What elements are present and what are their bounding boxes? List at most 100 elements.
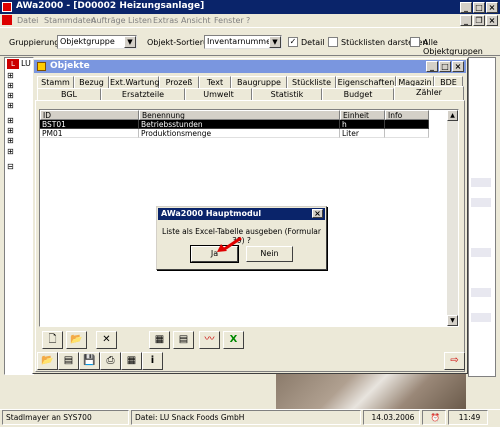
objekte-icon <box>37 62 46 71</box>
status-file: Datei: LU Snack Foods GmbH <box>131 410 361 425</box>
mdi-minimize-button[interactable]: _ <box>460 15 472 26</box>
arrow-pointer-icon <box>217 236 242 252</box>
maximize-button[interactable]: □ <box>473 2 485 13</box>
cell-id: PM01 <box>40 129 139 138</box>
tree-expand-icon[interactable]: ⊞ <box>7 116 14 125</box>
no-button[interactable]: Nein <box>246 246 293 262</box>
alle-objektgruppen-label: Alle Objektgruppen <box>423 38 483 56</box>
status-date: 14.03.2006 <box>363 410 420 425</box>
menu-listen[interactable]: Listen <box>128 16 152 25</box>
menu-help[interactable]: ? <box>246 16 250 25</box>
calculator-icon[interactable]: ▦ <box>149 331 170 349</box>
table-row[interactable]: BST01 Betriebsstunden h <box>40 120 429 129</box>
close-button[interactable]: × <box>486 2 498 13</box>
detail-checkbox[interactable]: ✓ <box>288 37 298 47</box>
tree-expand-icon[interactable]: ⊞ <box>7 147 14 156</box>
info-icon[interactable]: i <box>142 352 163 370</box>
tab-zaehler[interactable]: Zähler <box>394 86 464 100</box>
tree-expand-icon[interactable]: ⊞ <box>7 136 14 145</box>
detail-label: Detail <box>301 38 325 47</box>
chart-icon[interactable]: 〰 <box>199 331 220 349</box>
menu-datei[interactable]: Datei <box>17 16 38 25</box>
tab-ersatzteile[interactable]: Ersatzteile <box>101 88 185 100</box>
new-document-icon[interactable]: 🗋 <box>42 331 63 349</box>
tab-prozess[interactable]: Prozeß <box>159 76 199 88</box>
menu-bar: Datei Stammdaten Aufträge Listen Extras … <box>0 14 500 27</box>
open-folder-icon[interactable]: 📂 <box>66 331 87 349</box>
app-titlebar[interactable]: AWa2000 - [D00002 Heizungsanlage] _ □ × <box>0 0 500 14</box>
menu-extras[interactable]: Extras <box>153 16 178 25</box>
tab-stueckliste[interactable]: Stückliste <box>287 76 336 88</box>
column-header-info[interactable]: Info <box>385 110 429 120</box>
objekte-maximize-button[interactable]: □ <box>439 61 451 72</box>
cell-einheit: Liter <box>340 129 385 138</box>
dialog-titlebar[interactable]: AWa2000 Hauptmodul × <box>158 208 325 220</box>
tree-panel[interactable]: L LU ⊞ ⊞ ⊞ ⊞ ⊞ ⊞ ⊞ ⊞ ⊟ <box>4 57 34 375</box>
exit-icon[interactable]: ⇨ <box>444 352 465 370</box>
tab-stamm[interactable]: Stamm <box>37 76 74 88</box>
cell-info <box>385 120 429 129</box>
grouping-select[interactable]: Objektgruppe ▼ <box>57 35 137 49</box>
open-icon[interactable]: 📂 <box>37 352 58 370</box>
delete-icon[interactable]: ✕ <box>96 331 117 349</box>
cell-info <box>385 129 429 138</box>
chevron-down-icon[interactable]: ▼ <box>269 36 281 48</box>
tab-eigenschaften[interactable]: Eigenschaften <box>336 76 396 88</box>
tree-expand-icon[interactable]: ⊞ <box>7 71 14 80</box>
column-header-einheit[interactable]: Einheit <box>340 110 385 120</box>
tab-text[interactable]: Text <box>199 76 231 88</box>
tab-budget[interactable]: Budget <box>322 88 394 100</box>
tree-expand-icon[interactable]: ⊞ <box>7 101 14 110</box>
minimize-button[interactable]: _ <box>460 2 472 13</box>
tab-bgl[interactable]: BGL <box>37 88 101 100</box>
tree-expand-icon[interactable]: ⊞ <box>7 126 14 135</box>
tree-expand-icon[interactable]: ⊞ <box>7 91 14 100</box>
document-icon[interactable]: ▤ <box>58 352 79 370</box>
scroll-up-icon[interactable]: ▲ <box>447 110 458 121</box>
menu-stammdaten[interactable]: Stammdaten <box>44 16 96 25</box>
table-scrollbar[interactable]: ▲ ▼ <box>447 110 458 326</box>
alle-objektgruppen-checkbox[interactable] <box>410 37 420 47</box>
tree-collapse-icon[interactable]: ⊟ <box>7 162 14 171</box>
mdi-restore-button[interactable]: ❐ <box>473 15 485 26</box>
tab-umwelt[interactable]: Umwelt <box>185 88 252 100</box>
cell-benennung: Produktionsmenge <box>139 129 340 138</box>
menu-fenster[interactable]: Fenster <box>214 16 244 25</box>
sort-value: Inventarnummer <box>207 37 275 46</box>
app-title: AWa2000 - [D00002 Heizungsanlage] <box>16 1 205 11</box>
menu-auftraege[interactable]: Aufträge <box>91 16 126 25</box>
tab-statistik[interactable]: Statistik <box>252 88 322 100</box>
logo-icon: L <box>7 59 19 69</box>
grid-icon[interactable]: ▦ <box>121 352 142 370</box>
tab-baugruppe[interactable]: Baugruppe <box>231 76 287 88</box>
logo-text: LU <box>21 59 31 68</box>
filter-bar: Gruppierung Objektgruppe ▼ Objekt-Sortie… <box>0 27 500 56</box>
chevron-down-icon[interactable]: ▼ <box>124 36 136 48</box>
mdi-close-button[interactable]: × <box>486 15 498 26</box>
save-icon[interactable]: 💾 <box>79 352 100 370</box>
tab-bezug[interactable]: Bezug <box>74 76 109 88</box>
status-clock-icon: ⏰ <box>422 410 446 425</box>
scroll-down-icon[interactable]: ▼ <box>447 315 458 326</box>
tab-ext-wartung[interactable]: Ext.Wartung <box>109 76 159 88</box>
dialog-close-icon[interactable]: × <box>312 209 323 218</box>
tree-expand-icon[interactable]: ⊞ <box>7 81 14 90</box>
objekte-titlebar[interactable]: Objekte _ □ × <box>34 60 466 73</box>
cell-benennung: Betriebsstunden <box>139 120 340 129</box>
column-header-id[interactable]: ID <box>40 110 139 120</box>
excel-export-icon[interactable]: X <box>223 331 244 349</box>
mdi-icon <box>2 15 12 25</box>
menu-ansicht[interactable]: Ansicht <box>181 16 211 25</box>
sort-select[interactable]: Inventarnummer ▼ <box>204 35 282 49</box>
cell-id: BST01 <box>40 120 139 129</box>
objekte-minimize-button[interactable]: _ <box>426 61 438 72</box>
table-row[interactable]: PM01 Produktionsmenge Liter <box>40 129 429 138</box>
column-header-benennung[interactable]: Benennung <box>139 110 340 120</box>
report-icon[interactable]: ▤ <box>173 331 194 349</box>
dialog-title: AWa2000 Hauptmodul <box>161 209 262 218</box>
print-icon[interactable]: ⎙ <box>100 352 121 370</box>
stuecklisten-checkbox[interactable] <box>328 37 338 47</box>
objekte-close-button[interactable]: × <box>452 61 464 72</box>
app-icon <box>2 2 12 12</box>
objekte-title: Objekte <box>50 61 90 71</box>
